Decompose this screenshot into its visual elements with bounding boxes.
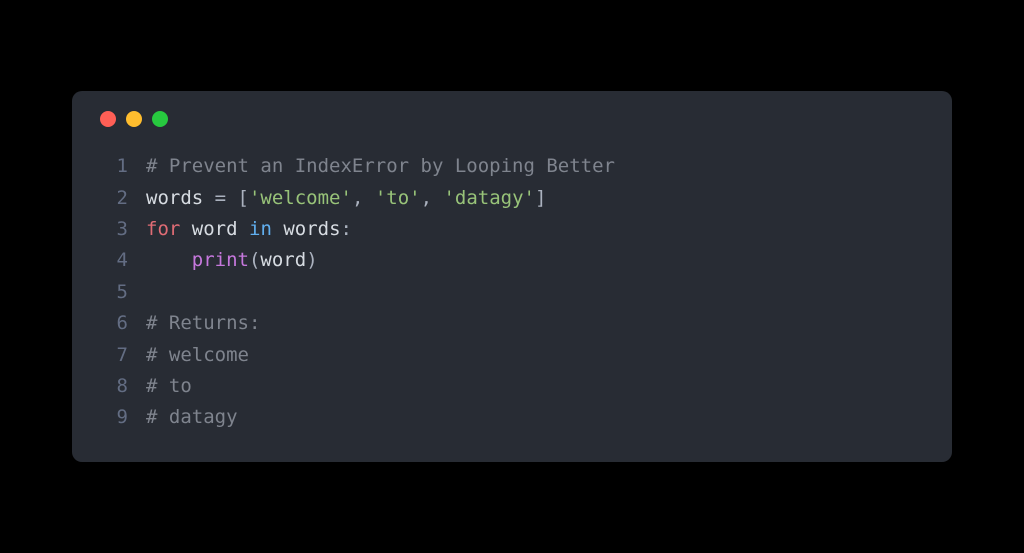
code-string: 'welcome' xyxy=(249,183,352,214)
line-number: 7 xyxy=(96,340,128,371)
code-line: 5 xyxy=(96,277,928,308)
code-keyword-in: in xyxy=(249,214,272,245)
code-line: 3 for word in words : xyxy=(96,214,928,245)
code-line: 8 # to xyxy=(96,371,928,402)
code-window: 1 # Prevent an IndexError by Looping Bet… xyxy=(72,91,952,461)
code-keyword-for: for xyxy=(146,214,180,245)
line-number: 4 xyxy=(96,245,128,276)
space xyxy=(272,214,283,245)
code-paren: ( xyxy=(249,245,260,276)
code-variable: word xyxy=(192,214,238,245)
line-number: 5 xyxy=(96,277,128,308)
space xyxy=(180,214,191,245)
code-line: 9 # datagy xyxy=(96,402,928,433)
minimize-icon[interactable] xyxy=(126,111,142,127)
code-comment: # to xyxy=(146,371,192,402)
line-number: 2 xyxy=(96,183,128,214)
code-line: 7 # welcome xyxy=(96,340,928,371)
line-number: 1 xyxy=(96,151,128,182)
code-bracket: ] xyxy=(535,183,546,214)
code-operator: = xyxy=(203,183,237,214)
line-number: 6 xyxy=(96,308,128,339)
maximize-icon[interactable] xyxy=(152,111,168,127)
code-variable: words xyxy=(146,183,203,214)
close-icon[interactable] xyxy=(100,111,116,127)
code-colon: : xyxy=(341,214,352,245)
code-line: 1 # Prevent an IndexError by Looping Bet… xyxy=(96,151,928,182)
code-comment: # datagy xyxy=(146,402,238,433)
code-comma: , xyxy=(352,183,375,214)
code-bracket: [ xyxy=(238,183,249,214)
code-argument: word xyxy=(260,245,306,276)
code-comment: # welcome xyxy=(146,340,249,371)
space xyxy=(238,214,249,245)
line-number: 8 xyxy=(96,371,128,402)
code-block: 1 # Prevent an IndexError by Looping Bet… xyxy=(96,151,928,433)
code-string: 'to' xyxy=(375,183,421,214)
line-number: 9 xyxy=(96,402,128,433)
code-line: 6 # Returns: xyxy=(96,308,928,339)
code-comment: # Prevent an IndexError by Looping Bette… xyxy=(146,151,615,182)
code-paren: ) xyxy=(306,245,317,276)
code-variable: words xyxy=(283,214,340,245)
code-comma: , xyxy=(421,183,444,214)
code-comment: # Returns: xyxy=(146,308,260,339)
code-function: print xyxy=(192,245,249,276)
window-controls xyxy=(96,111,928,127)
code-line: 4 print ( word ) xyxy=(96,245,928,276)
code-string: 'datagy' xyxy=(443,183,535,214)
code-line: 2 words = [ 'welcome' , 'to' , 'datagy' … xyxy=(96,183,928,214)
line-number: 3 xyxy=(96,214,128,245)
indent xyxy=(146,245,192,276)
